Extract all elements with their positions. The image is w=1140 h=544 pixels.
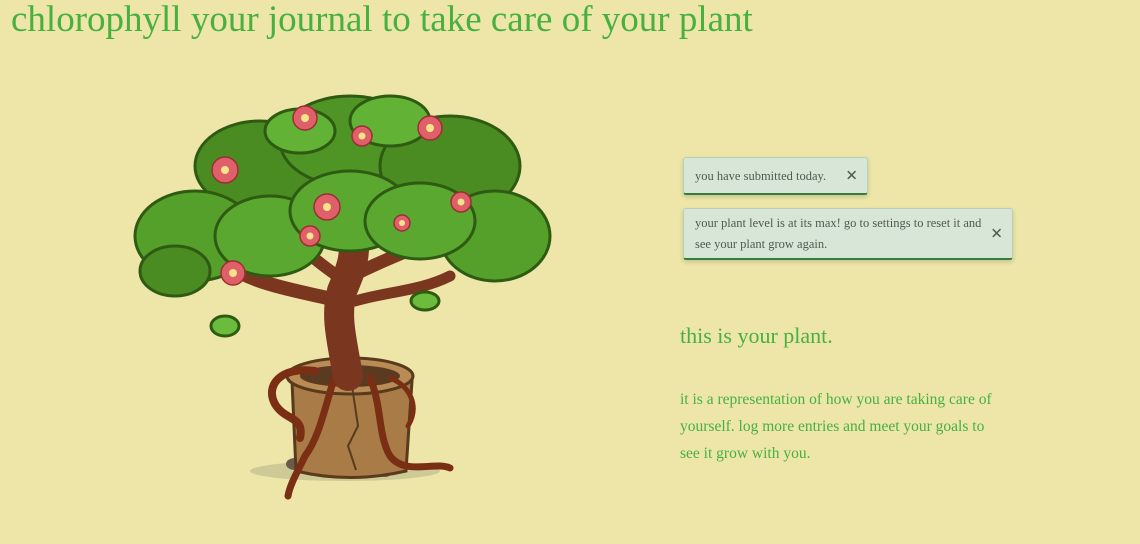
notification-message: your plant level is at its max! go to se… bbox=[695, 216, 982, 251]
plant-image bbox=[133, 94, 552, 500]
notification-max-level: your plant level is at its max! go to se… bbox=[683, 208, 1013, 260]
app-title: chlorophyll your journal to take care of… bbox=[11, 0, 753, 40]
close-icon[interactable]: ✕ bbox=[845, 168, 858, 183]
notification-submitted: you have submitted today. ✕ bbox=[683, 157, 868, 195]
close-icon[interactable]: ✕ bbox=[990, 226, 1003, 241]
plant-heading: this is your plant. bbox=[680, 323, 833, 348]
plant-description: it is a representation of how you are ta… bbox=[680, 391, 992, 462]
notification-message: you have submitted today. bbox=[695, 169, 827, 183]
